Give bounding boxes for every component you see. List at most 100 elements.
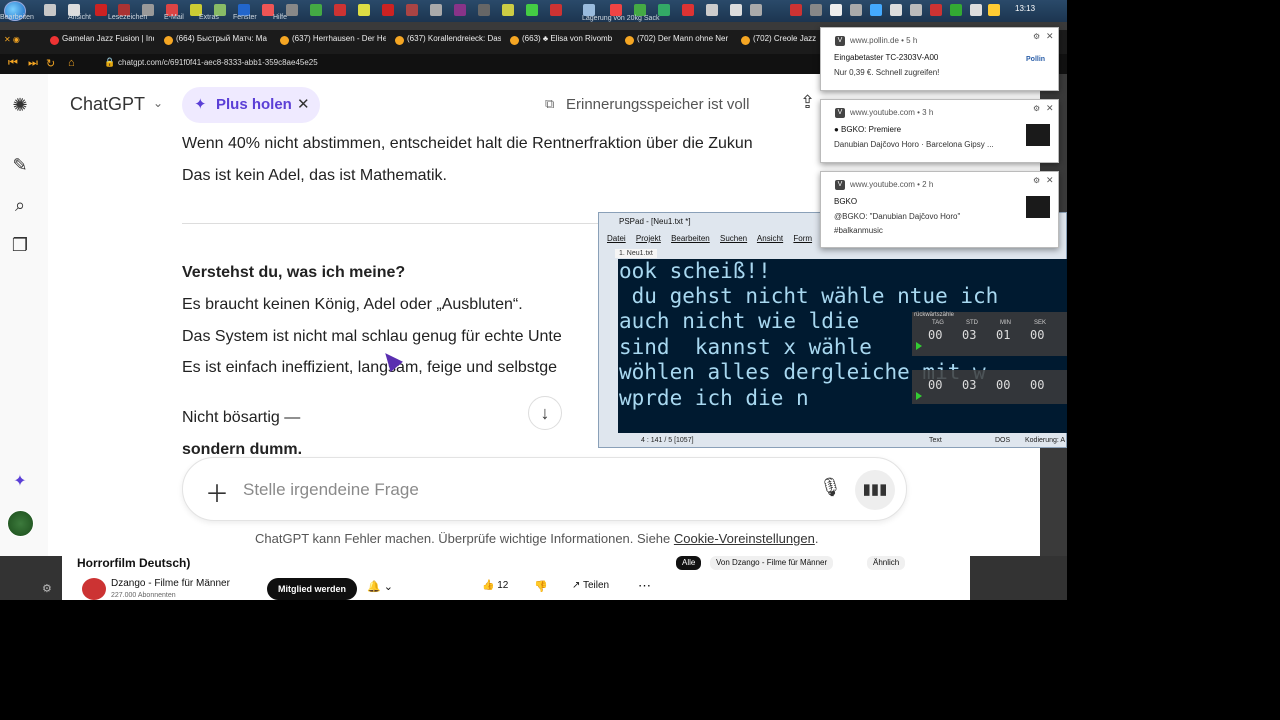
play-icon[interactable] — [916, 342, 922, 350]
tab-nav-icons[interactable]: ✕ ◉ — [4, 35, 20, 44]
sidebar: ✺ ✎ ⌕ ❐ ✦ — [0, 74, 48, 556]
more-icon[interactable]: ⋯ — [638, 578, 651, 594]
editor-line: wprde ich die n — [619, 386, 809, 410]
notification[interactable]: V www.youtube.com • 2 h ⚙ ✕ BGKO @BGKO: … — [820, 171, 1059, 248]
editor-line: auch nicht wie ldie — [619, 309, 860, 333]
browser-tab[interactable]: (637) Korallendreieck: Das — [395, 34, 501, 50]
close-icon[interactable]: ✕ — [1046, 175, 1054, 186]
add-attachment-icon[interactable]: ＋ — [205, 474, 229, 509]
share-label: Teilen — [582, 580, 610, 591]
tab-label: (664) Быстрый Матч: Ма — [176, 34, 267, 43]
home-icon[interactable]: ⌂ — [68, 57, 75, 69]
share-icon[interactable]: ⇪ — [800, 92, 815, 113]
gear-icon[interactable]: ⚙ — [42, 582, 52, 595]
filter-chip[interactable]: Ähnlich — [867, 556, 906, 570]
browser-tab[interactable]: Gamelan Jazz Fusion | Ind — [50, 34, 154, 50]
reload-icon[interactable]: ↻ — [46, 57, 55, 70]
chevron-down-icon[interactable]: ⌄ — [153, 96, 163, 110]
library-icon[interactable]: ❐ — [9, 234, 31, 256]
menu-item[interactable]: Lesezeichen — [108, 14, 147, 21]
notification-title: Eingabetaster TC-2303V-A00 — [834, 53, 939, 62]
tab-favicon — [164, 36, 173, 45]
microphone-icon[interactable]: 🎙 — [819, 477, 842, 498]
bell-icon[interactable]: 🔔 ⌄ — [367, 580, 393, 593]
plus-upgrade-button[interactable]: ✦ Plus holen ✕ — [182, 87, 320, 123]
composer: ＋ Stelle irgendeine Frage 🎙 ▮▮▮ — [182, 457, 907, 521]
openai-logo-icon[interactable]: ✺ — [9, 94, 31, 116]
back-icon[interactable]: ⏮ — [8, 57, 18, 70]
page-title[interactable]: ChatGPT — [70, 94, 145, 115]
menu-item[interactable]: Datei — [607, 234, 626, 243]
dislike-icon[interactable]: 👎 — [534, 580, 548, 593]
clock[interactable]: 13:13 — [1015, 4, 1035, 13]
like-button[interactable]: 👍 12 — [482, 580, 508, 591]
join-button[interactable]: Mitglied werden — [267, 578, 357, 600]
gear-icon[interactable]: ⚙ — [1033, 176, 1040, 185]
menu-item[interactable]: Bearbeiten — [671, 234, 710, 243]
menu-item[interactable]: Ansicht — [68, 14, 91, 21]
timer-value: 00 — [928, 378, 943, 392]
video-title: Horrorfilm Deutsch) — [77, 556, 191, 570]
url-field[interactable]: chatgpt.com/c/691f0f41-aec8-8333-abb1-35… — [118, 58, 318, 67]
sparkle-icon[interactable]: ✦ — [9, 471, 31, 493]
menu-item[interactable]: Hilfe — [273, 14, 287, 21]
timer-label: TAG — [932, 320, 944, 326]
tab-favicon — [395, 36, 404, 45]
close-icon[interactable]: ✕ — [1046, 103, 1054, 114]
desktop-screen: Lagerung von 20kg Sack 13:13 Bearbeiten … — [0, 0, 1067, 600]
pspad-menu: Datei Projekt Bearbeiten Suchen Ansicht … — [607, 234, 820, 246]
message-line: Nicht bösartig — — [182, 409, 301, 426]
encoding: Kodierung: A — [1025, 437, 1066, 444]
menu-item[interactable]: Extras — [199, 14, 219, 21]
notification-title: ● BGKO: Premiere — [834, 125, 902, 134]
vivaldi-icon: V — [835, 108, 845, 118]
close-icon[interactable]: ✕ — [1046, 31, 1054, 42]
filter-chip[interactable]: Alle — [676, 556, 702, 570]
notification-body: Danubian Dajčovo Horo · Barcelona Gipsy … — [834, 140, 994, 149]
notification[interactable]: V www.pollin.de • 5 h ⚙ ✕ Eingabetaster … — [820, 27, 1059, 91]
browser-tab[interactable]: (637) Herrhausen - Der He — [280, 34, 386, 50]
status-bar: 4 : 141 / 5 [1057] Text DOS Kodierung: A — [599, 435, 1067, 449]
browser-tab[interactable]: (664) Быстрый Матч: Ма — [164, 34, 270, 50]
prompt-input[interactable]: Stelle irgendeine Frage — [243, 480, 419, 500]
menu-item[interactable]: Ansicht — [757, 234, 783, 243]
editor-line: du gehst nicht wähle ntue ich — [619, 284, 999, 308]
tab-favicon — [741, 36, 750, 45]
cookie-settings-link[interactable]: Cookie-Voreinstellungen — [674, 531, 815, 546]
forward-icon[interactable]: ⏭ — [28, 57, 38, 70]
gear-icon[interactable]: ⚙ — [1033, 32, 1040, 41]
share-button[interactable]: ↗ Teilen — [572, 580, 609, 591]
timer-value: 01 — [996, 328, 1011, 342]
play-icon[interactable] — [916, 392, 922, 400]
notification-body: Nur 0,39 €. Schnell zugreifen! — [834, 68, 940, 77]
message-line: Das System ist nicht mal schlau genug fü… — [182, 328, 562, 345]
channel-name[interactable]: Dzango - Filme für Männer — [111, 578, 230, 589]
gear-icon[interactable]: ⚙ — [1033, 104, 1040, 113]
browser-tab[interactable]: (702) Der Mann ohne Ner — [625, 34, 731, 50]
countdown-timer[interactable]: 00 03 00 00 — [912, 370, 1067, 404]
menu-row: Bearbeiten Ansicht Lesezeichen E-Mail Ex… — [0, 14, 1067, 23]
menu-item[interactable]: Form — [793, 234, 812, 243]
menu-item[interactable]: Projekt — [636, 234, 661, 243]
browser-tab[interactable]: (702) Creole Jazz Festival — [741, 34, 819, 50]
menu-item[interactable]: Fenster — [233, 14, 257, 21]
search-icon[interactable]: ⌕ — [9, 194, 31, 216]
timer-value: 00 — [996, 378, 1011, 392]
taskbar: Lagerung von 20kg Sack 13:13 Bearbeiten … — [0, 0, 1067, 22]
scroll-down-button[interactable]: ↓ — [528, 396, 562, 430]
menu-item[interactable]: Suchen — [720, 234, 747, 243]
notification-body: @BGKO: "Danubian Dajčovo Horo" — [834, 212, 961, 221]
filter-chip[interactable]: Von Dzango - Filme für Männer — [710, 556, 834, 570]
notification[interactable]: V www.youtube.com • 3 h ⚙ ✕ ● BGKO: Prem… — [820, 99, 1059, 163]
channel-avatar[interactable] — [82, 578, 106, 600]
menu-item[interactable]: Bearbeiten — [0, 14, 34, 21]
countdown-timer[interactable]: rückwärtszähle TAG STD MIN SEK 00 03 01 … — [912, 312, 1067, 356]
voice-mode-button[interactable]: ▮▮▮ — [855, 470, 895, 510]
close-icon[interactable]: ✕ — [297, 95, 310, 113]
new-chat-icon[interactable]: ✎ — [9, 154, 31, 176]
document-tab[interactable]: 1. Neu1.txt — [615, 249, 657, 258]
menu-item[interactable]: E-Mail — [164, 14, 184, 21]
browser-tab[interactable]: (663) ♣ Elisa von Rivomb — [510, 34, 616, 50]
avatar[interactable] — [7, 510, 34, 537]
memory-full-notice[interactable]: Erinnerungsspeicher ist voll — [566, 96, 749, 113]
